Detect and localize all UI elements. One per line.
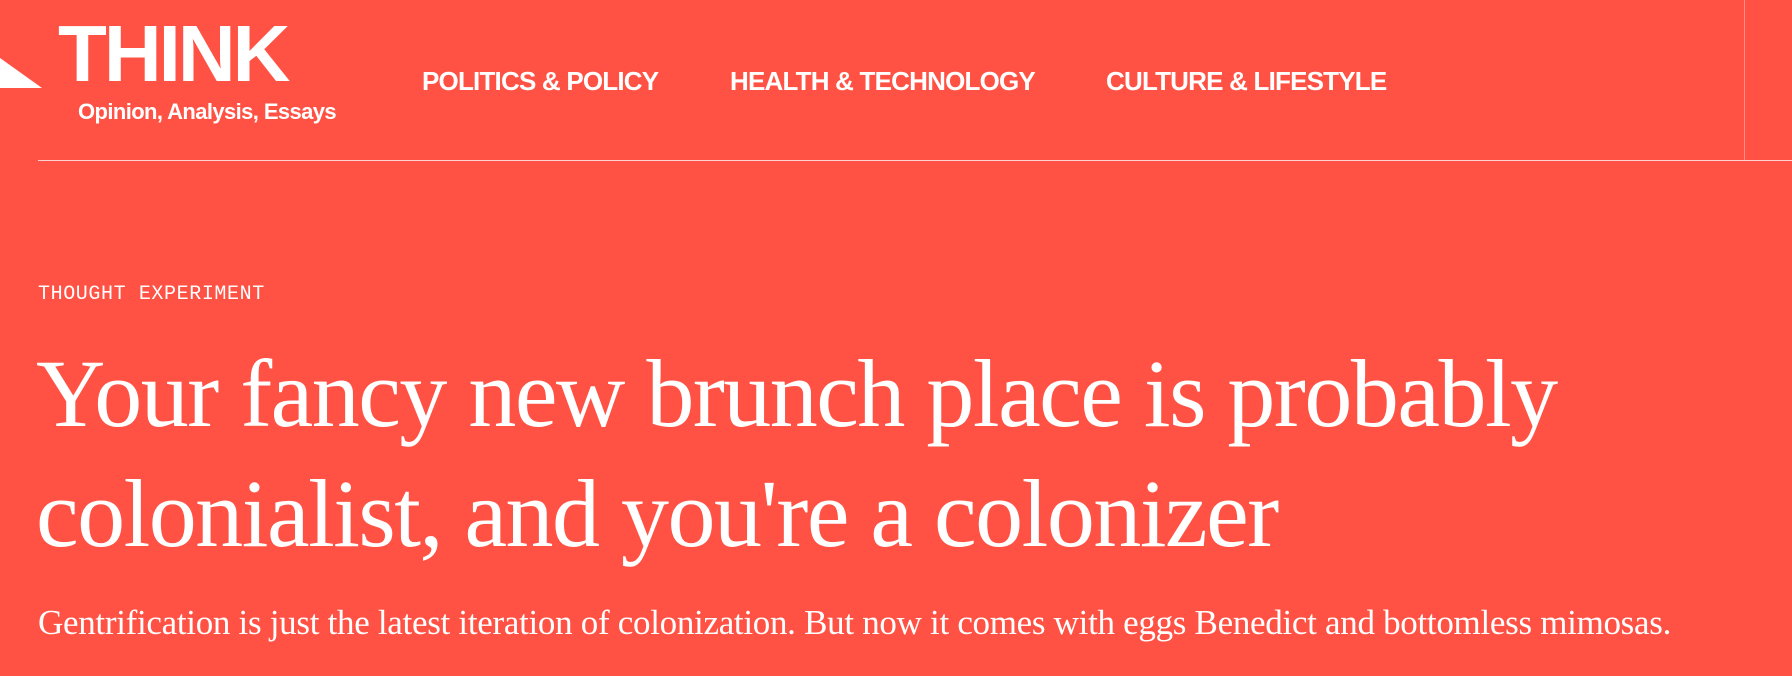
site-tagline: Opinion, Analysis, Essays	[78, 99, 337, 124]
nav-culture-lifestyle[interactable]: CULTURE & LIFESTYLE	[1106, 64, 1387, 98]
site-header: THINK Opinion, Analysis, Essays POLITICS…	[0, 0, 1792, 162]
logo-triangle-icon	[0, 58, 42, 88]
article-headline: Your fancy new brunch place is probably …	[36, 340, 1558, 567]
nav-health-technology[interactable]: HEALTH & TECHNOLOGY	[730, 64, 1036, 98]
site-logo[interactable]: THINK	[58, 14, 290, 94]
article-dek: Gentrification is just the latest iterat…	[38, 603, 1672, 642]
header-divider	[1744, 0, 1745, 160]
article-category[interactable]: THOUGHT EXPERIMENT	[38, 282, 265, 308]
nav-politics-policy[interactable]: POLITICS & POLICY	[422, 64, 659, 98]
header-bottom-rule	[38, 160, 1792, 161]
